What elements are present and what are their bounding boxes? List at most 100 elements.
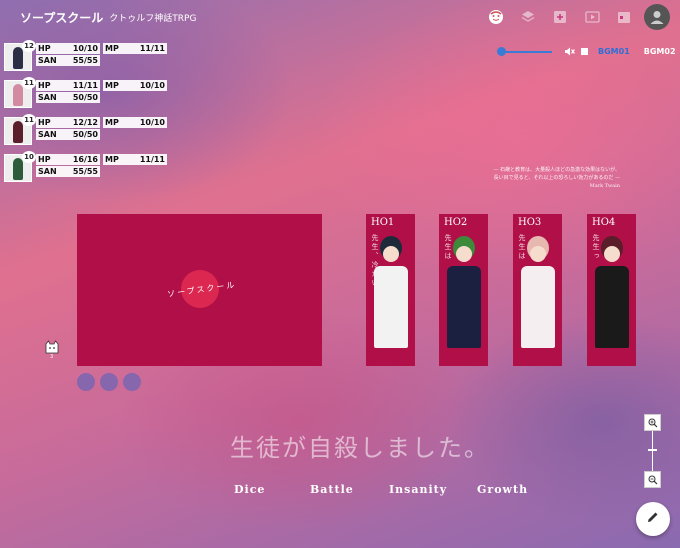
pencil-icon [646,510,660,528]
ho-card-2[interactable]: HO2 先生は [439,214,488,366]
character-row[interactable]: 12 HP 10/10 MP 11/11 SAN 55/55 [4,40,167,76]
ho-label: HO1 [371,217,395,228]
add-box-icon[interactable] [548,5,572,29]
hp-stat[interactable]: HP 10/10 [36,43,100,54]
bgm-controls: BGM01 BGM02 [497,42,676,61]
hp-label: HP [38,44,51,53]
menu-battle[interactable]: Battle [310,483,354,496]
character-figure [13,84,23,106]
san-stat[interactable]: SAN 50/50 [36,129,100,140]
cat-count: 3 [50,354,54,360]
character-stats: HP 12/12 MP 10/10 SAN 50/50 [36,117,167,150]
mp-stat[interactable]: MP 11/11 [103,43,167,54]
quote-author: Mark Twain [589,183,620,189]
san-label: SAN [38,167,57,176]
character-row[interactable]: 11 HP 12/12 MP 10/10 SAN 50/50 [4,114,167,150]
menu-dice[interactable]: Dice [234,483,265,496]
character-body [521,266,555,348]
stop-icon[interactable] [581,48,588,55]
ho-label: HO3 [518,217,542,228]
character-face [456,246,472,262]
character-face [530,246,546,262]
quote: — 石鹸と教育は、大量殺人ほどの急激な効果はないが、 長い目で見ると、それ以上の… [420,166,621,190]
character-stats: HP 16/16 MP 11/11 SAN 55/55 [36,154,167,187]
pager-dot[interactable] [100,373,118,391]
character-initiative-badge: 10 [22,151,36,163]
zoom-in-icon[interactable] [644,414,661,431]
san-stat[interactable]: SAN 55/55 [36,166,100,177]
character-list: 12 HP 10/10 MP 11/11 SAN 55/55 11 HP 11/11 M… [4,40,167,188]
san-stat[interactable]: SAN 55/55 [36,55,100,66]
mp-stat[interactable]: MP 10/10 [103,117,167,128]
quote-line-2: 長い目で見ると、それ以上の恐ろしい効力があるのだ — [493,175,620,181]
menu-insanity[interactable]: Insanity [389,483,447,496]
mp-label: MP [105,81,119,90]
ho-vertical-text: 先生っ [592,234,600,261]
character-initiative-badge: 11 [22,114,36,126]
face-icon[interactable] [484,5,508,29]
bgm-track-1-button[interactable]: BGM01 [598,47,630,56]
account-icon[interactable] [644,4,670,30]
character-row[interactable]: 11 HP 11/11 MP 10/10 SAN 50/50 [4,77,167,113]
calendar-icon[interactable] [612,5,636,29]
volume-slider[interactable] [497,46,552,56]
ho-vertical-text: 先生は [518,234,526,261]
mp-value: 11/11 [139,155,165,164]
zoom-controls [644,414,661,488]
ho-label: HO4 [592,217,616,228]
edit-fab-button[interactable] [636,502,670,536]
san-label: SAN [38,93,57,102]
bgm-track-2-button[interactable]: BGM02 [644,47,676,56]
hp-value: 16/16 [72,155,98,164]
mp-label: MP [105,44,119,53]
ho-card-1[interactable]: HO1 先生、冷たい [366,214,415,366]
ho-card-4[interactable]: HO4 先生っ [587,214,636,366]
ho-card-3[interactable]: HO3 先生は [513,214,562,366]
san-stat[interactable]: SAN 50/50 [36,92,100,103]
character-stats: HP 10/10 MP 11/11 SAN 55/55 [36,43,167,76]
layers-icon[interactable] [516,5,540,29]
hp-label: HP [38,118,51,127]
character-initiative-badge: 11 [22,77,36,89]
play-icon[interactable] [580,5,604,29]
san-value: 50/50 [72,93,98,102]
san-label: SAN [38,130,57,139]
hp-stat[interactable]: HP 12/12 [36,117,100,128]
hp-value: 10/10 [72,44,98,53]
san-label: SAN [38,56,57,65]
character-figure [13,121,23,143]
character-row[interactable]: 10 HP 16/16 MP 11/11 SAN 55/55 [4,151,167,187]
logo-panel: ソープスクール [77,214,322,366]
zoom-out-icon[interactable] [644,471,661,488]
quote-line-1: — 石鹸と教育は、大量殺人ほどの急激な効果はないが、 [493,167,621,173]
hp-stat[interactable]: HP 16/16 [36,154,100,165]
zoom-slider-knob[interactable] [648,449,657,451]
hp-stat[interactable]: HP 11/11 [36,80,100,91]
san-value: 55/55 [72,56,98,65]
hp-label: HP [38,81,51,90]
pager-dot[interactable] [123,373,141,391]
character-figure [13,47,23,69]
mp-value: 10/10 [139,118,165,127]
mp-stat[interactable]: MP 11/11 [103,154,167,165]
pager-dots [77,373,141,391]
character-face [604,246,620,262]
character-body [447,266,481,348]
mute-icon[interactable] [564,42,575,61]
character-initiative-badge: 12 [22,40,36,52]
app-subtitle: クトゥルフ神話TRPG [109,13,197,24]
hp-value: 11/11 [72,81,98,90]
mp-value: 11/11 [139,44,165,53]
zoom-slider[interactable] [648,431,657,471]
top-icon-bar [484,4,670,30]
mp-label: MP [105,155,119,164]
mp-stat[interactable]: MP 10/10 [103,80,167,91]
san-value: 50/50 [72,130,98,139]
menu-growth[interactable]: Growth [477,483,528,496]
character-stats: HP 11/11 MP 10/10 SAN 50/50 [36,80,167,113]
pager-dot[interactable] [77,373,95,391]
character-body [595,266,629,348]
san-value: 55/55 [72,167,98,176]
volume-slider-knob[interactable] [497,46,506,56]
tagline: 生徒が自殺しました。 [230,434,490,462]
